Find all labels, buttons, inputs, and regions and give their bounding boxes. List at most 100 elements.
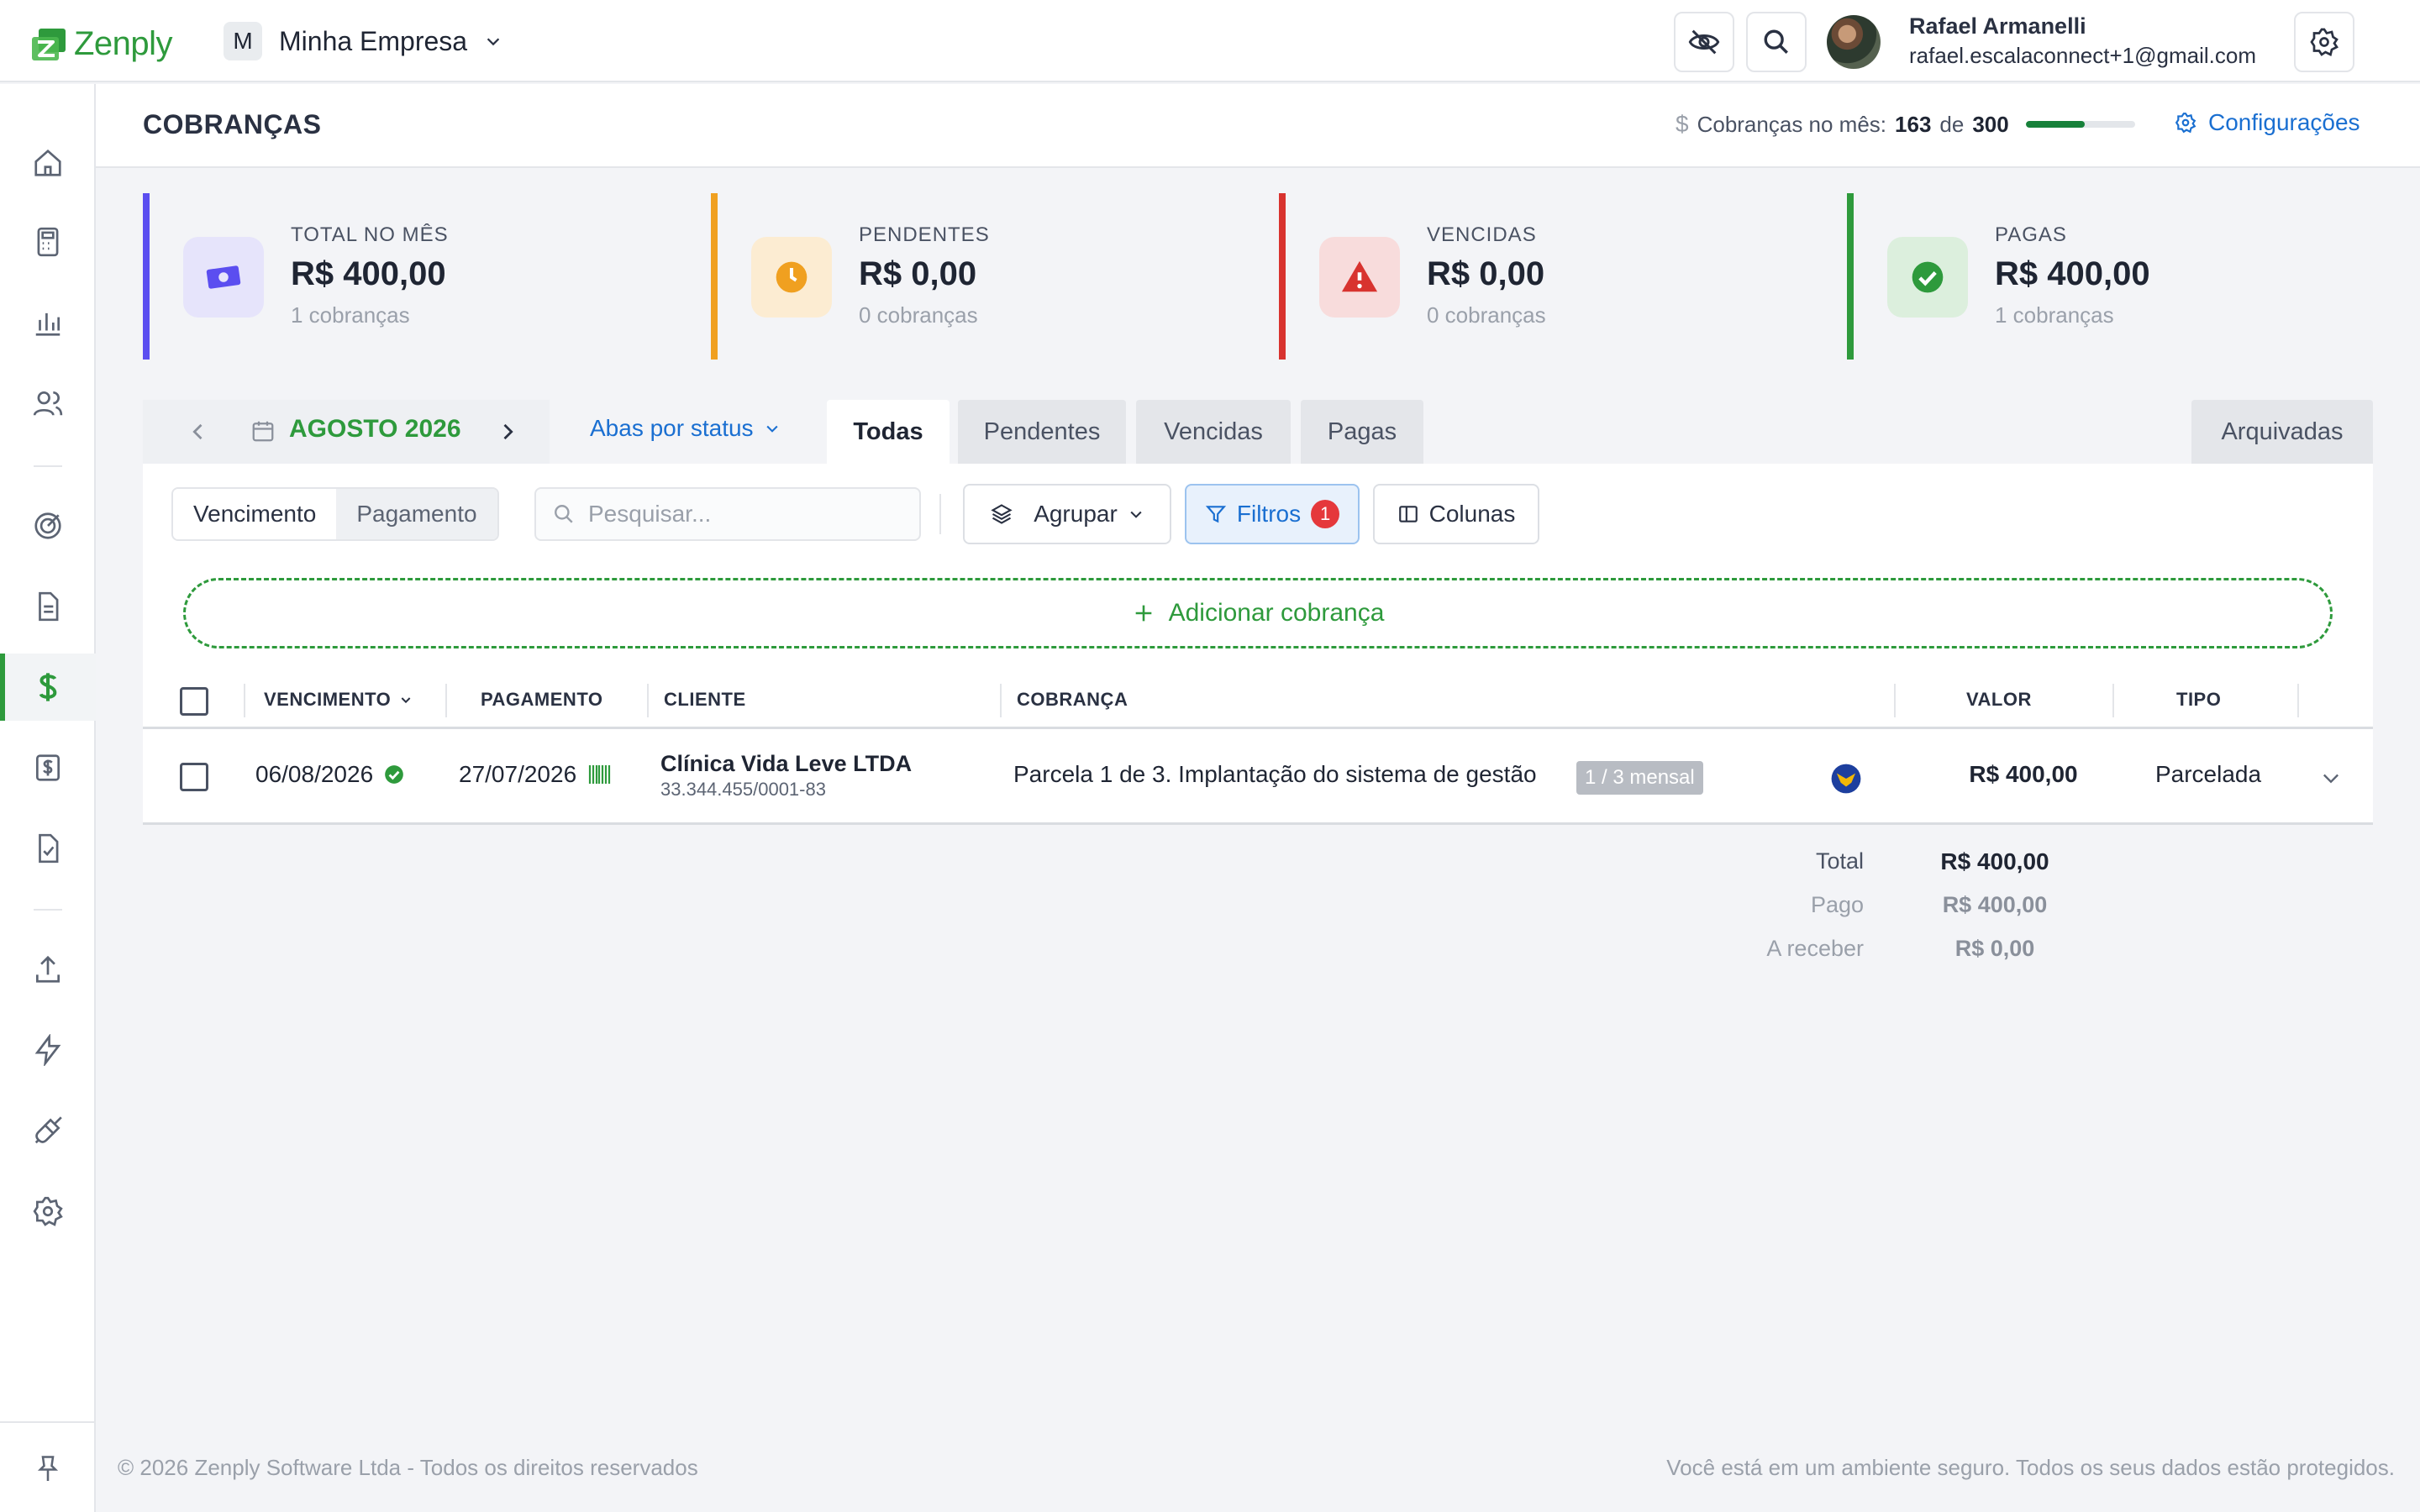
status-tabs-dropdown[interactable]: Abas por status: [590, 415, 781, 442]
sidebar-divider: [34, 909, 62, 911]
company-selector[interactable]: M Minha Empresa: [224, 22, 502, 60]
sidebar-item-automations[interactable]: [0, 1016, 96, 1084]
configuracoes-link[interactable]: Configurações: [2175, 109, 2360, 136]
card-count: 1 cobranças: [291, 302, 410, 328]
dollar-icon: [39, 673, 57, 701]
chevron-down-icon[interactable]: [2319, 766, 2343, 790]
search-button[interactable]: [1746, 12, 1807, 72]
summary-card-total[interactable]: TOTAL NO MÊS R$ 400,00 1 cobranças: [143, 193, 647, 360]
columns-label: Colunas: [1428, 501, 1516, 527]
barcode-icon: [589, 765, 611, 784]
sort-down-icon: [401, 697, 411, 704]
sidebar-item-charges[interactable]: [0, 654, 96, 721]
sidebar-item-reports[interactable]: [0, 289, 96, 356]
column-label: VENCIMENTO: [264, 689, 392, 710]
column-separator: [445, 684, 447, 717]
total-value: R$ 400,00: [1940, 848, 2049, 874]
client-document: 33.344.455/0001-83: [660, 779, 826, 800]
hide-values-button[interactable]: [1674, 12, 1734, 72]
chevron-down-icon: [765, 425, 778, 433]
column-header-pagamento[interactable]: PAGAMENTO: [481, 689, 602, 711]
checklist-icon: [39, 833, 59, 864]
user-info[interactable]: Rafael Armanelli rafael.escalaconnect+1@…: [1909, 13, 2256, 69]
check-circle-icon: [385, 765, 403, 784]
tab-pagas[interactable]: Pagas: [1301, 400, 1423, 464]
client-cell[interactable]: Clínica Vida Leve LTDA 33.344.455/0001-8…: [660, 751, 912, 801]
eye-off-icon: [1688, 29, 1720, 55]
chevron-left-icon[interactable]: [187, 420, 210, 444]
card-label: PENDENTES: [859, 223, 990, 246]
receivable-label: A receber: [1766, 936, 1864, 961]
add-charge-button[interactable]: Adicionar cobrança: [183, 578, 2333, 648]
filters-label: Filtros: [1236, 501, 1302, 527]
calendar-icon: [252, 421, 274, 442]
column-header-vencimento[interactable]: VENCIMENTO: [264, 689, 413, 711]
calculator-icon: [37, 227, 59, 257]
tab-vencidas[interactable]: Vencidas: [1136, 400, 1291, 464]
plug-icon: [34, 1116, 62, 1144]
tab-arquivadas[interactable]: Arquivadas: [2191, 400, 2373, 464]
client-name: Clínica Vida Leve LTDA: [660, 751, 913, 776]
tab-pendentes[interactable]: Pendentes: [958, 400, 1126, 464]
payment-method-icon: [1831, 764, 1861, 794]
table-row[interactable]: 06/08/2026 27/07/2026 Clínica Vida Leve …: [143, 729, 2373, 825]
user-name: Rafael Armanelli: [1909, 13, 2086, 39]
column-header-valor[interactable]: VALOR: [1966, 689, 2032, 711]
total-row: Total R$ 400,00: [1681, 848, 2101, 882]
money-icon: [206, 265, 241, 289]
sidebar-item-import[interactable]: [0, 936, 96, 1003]
settings-button[interactable]: [2294, 12, 2354, 72]
summary-cards: TOTAL NO MÊS R$ 400,00 1 cobranças PENDE…: [143, 193, 2373, 361]
app-logo[interactable]: Zenply: [32, 25, 173, 63]
summary-card-paid[interactable]: PAGAS R$ 400,00 1 cobranças: [1847, 193, 2351, 360]
plus-icon: [1135, 605, 1151, 622]
chevron-right-icon[interactable]: [496, 420, 519, 444]
paid-label: Pago: [1810, 892, 1864, 917]
sidebar-item-clients[interactable]: [0, 370, 96, 437]
quota-used: 163: [1895, 111, 1932, 137]
summary-card-pending[interactable]: PENDENTES R$ 0,00 0 cobranças: [711, 193, 1215, 360]
date-mode-vencimento[interactable]: Vencimento: [173, 489, 337, 539]
search-input[interactable]: Pesquisar...: [534, 487, 921, 541]
payment-date-cell: 27/07/2026: [459, 761, 612, 788]
sidebar: [0, 84, 96, 1512]
sidebar-item-documents[interactable]: [0, 573, 96, 640]
sidebar-item-invoices[interactable]: [0, 734, 96, 801]
current-month[interactable]: AGOSTO 2026: [289, 415, 461, 444]
app-name: Zenply: [74, 25, 173, 62]
card-icon-box: [183, 237, 264, 318]
group-button[interactable]: Agrupar: [963, 484, 1171, 544]
card-count: 1 cobranças: [1995, 302, 2114, 328]
row-checkbox[interactable]: [180, 763, 208, 791]
sidebar-item-goals[interactable]: [0, 492, 96, 559]
charge-type: Parcelada: [2154, 761, 2262, 787]
columns-button[interactable]: Colunas: [1373, 484, 1539, 544]
add-charge-label: Adicionar cobrança: [1168, 599, 1385, 627]
column-header-tipo[interactable]: TIPO: [2176, 689, 2221, 711]
sidebar-item-home[interactable]: [0, 129, 96, 197]
document-icon: [39, 591, 59, 622]
date-mode-pagamento[interactable]: Pagamento: [336, 489, 497, 539]
sidebar-pin-button[interactable]: [0, 1435, 96, 1502]
card-stripe: [1279, 193, 1286, 360]
gear-icon: [2310, 28, 2338, 56]
receivable-value: R$ 0,00: [1954, 936, 2035, 961]
receivable-row: A receber R$ 0,00: [1681, 936, 2101, 969]
sidebar-item-settings[interactable]: [0, 1178, 96, 1245]
column-header-cliente[interactable]: CLIENTE: [664, 689, 746, 711]
column-header-cobranca[interactable]: COBRANÇA: [1017, 689, 1128, 711]
filter-icon: [1205, 506, 1227, 523]
sidebar-item-tasks[interactable]: [0, 815, 96, 882]
payment-date: 27/07/2026: [459, 761, 577, 787]
filters-button[interactable]: Filtros 1: [1185, 484, 1360, 544]
summary-card-overdue[interactable]: VENCIDAS R$ 0,00 0 cobranças: [1279, 193, 1783, 360]
dollar-icon: $: [1676, 111, 1689, 137]
sidebar-item-integrations[interactable]: [0, 1097, 96, 1164]
select-all-checkbox[interactable]: [180, 687, 208, 716]
sidebar-divider: [34, 465, 62, 467]
sidebar-item-calculator[interactable]: [0, 208, 96, 276]
tab-todas[interactable]: Todas: [827, 400, 950, 464]
installment-badge: 1 / 3 mensal: [1576, 761, 1703, 795]
user-avatar[interactable]: [1827, 15, 1881, 69]
due-date-cell: 06/08/2026: [255, 761, 405, 788]
